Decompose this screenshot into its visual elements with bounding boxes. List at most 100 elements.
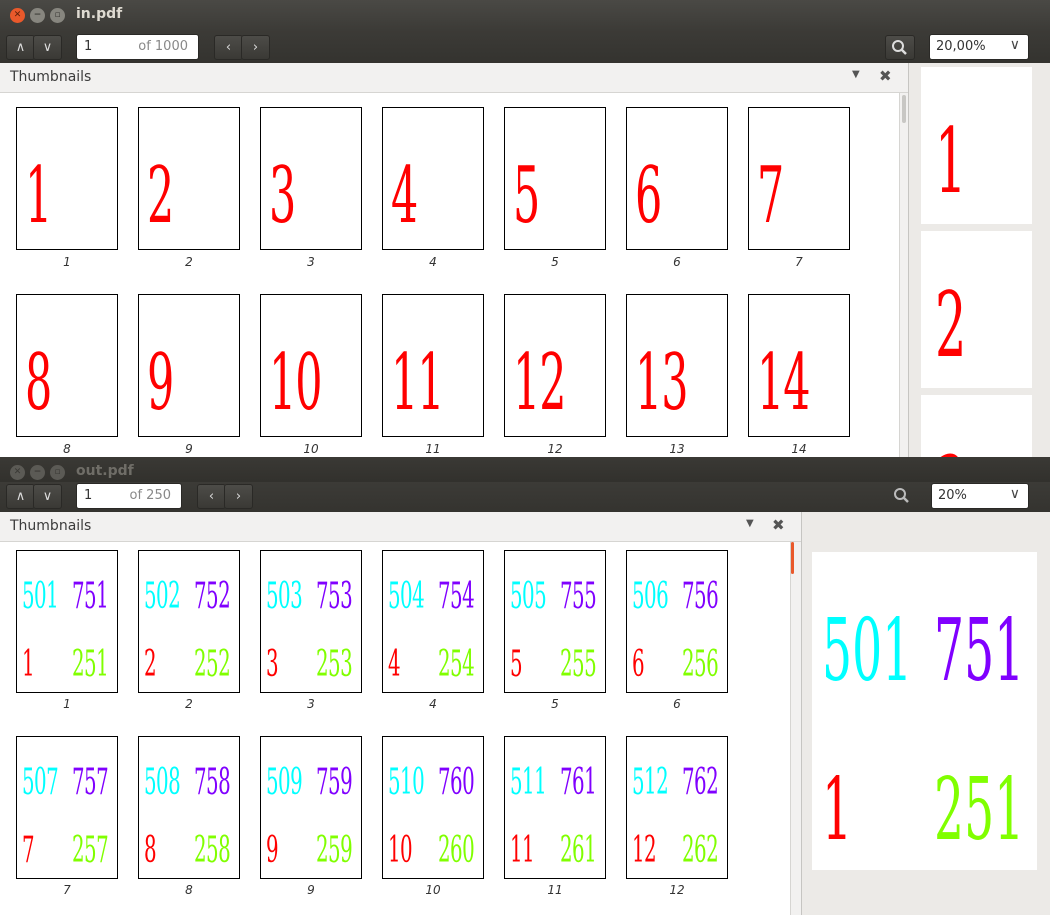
zoom-select[interactable]: 20% ∨ — [931, 483, 1029, 509]
page-thumbnail[interactable]: 5 — [504, 107, 606, 250]
thumbnail-caption: 10 — [303, 442, 319, 456]
thumbnail-caption: 6 — [673, 697, 681, 711]
thumbnail-quadrant-tr: 755 — [560, 576, 597, 617]
page-quadrant-tl: 501 — [822, 601, 913, 701]
page-thumbnail[interactable]: 2 — [138, 107, 240, 250]
thumbnail-quadrant-tl: 510 — [388, 762, 425, 803]
page-thumbnail[interactable]: 9 — [138, 294, 240, 437]
page-thumbnail[interactable]: 8 — [16, 294, 118, 437]
triangle-down-icon[interactable]: ▼ — [746, 518, 754, 529]
page-number-input[interactable]: 1 of 250 — [76, 483, 182, 509]
thumbnail-quadrant-tl: 509 — [266, 762, 303, 803]
thumbnail-caption: 4 — [429, 697, 437, 711]
maximize-icon[interactable]: ▫ — [50, 8, 65, 23]
sidebar-header: Thumbnails ▼ ✖ — [0, 512, 801, 542]
page-thumbnail[interactable]: 510 760 10 260 — [382, 736, 484, 879]
page-thumbnail[interactable]: 508 758 8 258 — [138, 736, 240, 879]
history-back-button[interactable]: ‹ — [197, 484, 226, 509]
page-thumbnail[interactable]: 503 753 3 253 — [260, 550, 362, 693]
toolbar: ∧ ∨ 1 of 250 ‹ › 20% ∨ — [0, 482, 1050, 513]
thumbnail-quadrant-bl: 11 — [510, 830, 535, 871]
search-icon — [894, 488, 909, 503]
thumbnail-quadrant-tr: 760 — [438, 762, 475, 803]
chevron-up-icon: ∧ — [15, 40, 26, 55]
triangle-down-icon[interactable]: ▼ — [852, 69, 860, 80]
previous-page-button[interactable]: ∧ — [6, 35, 35, 60]
close-sidebar-icon[interactable]: ✖ — [879, 67, 892, 85]
history-forward-button[interactable]: › — [224, 484, 253, 509]
thumbnail-quadrant-tr: 758 — [194, 762, 231, 803]
thumbnail-quadrant-br: 257 — [72, 830, 109, 871]
minimize-icon[interactable]: − — [30, 465, 45, 480]
page-thumbnail[interactable]: 509 759 9 259 — [260, 736, 362, 879]
page-thumbnail[interactable]: 11 — [382, 294, 484, 437]
thumbnail-quadrant-bl: 10 — [388, 830, 413, 871]
thumbnail-quadrant-bl: 7 — [22, 830, 35, 871]
next-page-button[interactable]: ∨ — [33, 35, 62, 60]
zoom-value: 20% — [938, 488, 967, 503]
thumbnail-caption: 1 — [63, 255, 71, 269]
scrollbar-thumb[interactable] — [902, 95, 906, 123]
document-page: 3 — [921, 395, 1032, 457]
minimize-icon[interactable]: − — [30, 8, 45, 23]
close-icon[interactable]: ✕ — [10, 465, 25, 480]
page-thumbnail[interactable]: 504 754 4 254 — [382, 550, 484, 693]
thumbnail-caption: 9 — [185, 442, 193, 456]
title-bar[interactable]: ✕ − ▫ in.pdf — [0, 0, 1050, 30]
document-page: 501 751 1 251 — [812, 552, 1037, 870]
close-icon[interactable]: ✕ — [10, 8, 25, 23]
page-thumbnail[interactable]: 3 — [260, 107, 362, 250]
page-thumbnail[interactable]: 14 — [748, 294, 850, 437]
page-thumbnail[interactable]: 6 — [626, 107, 728, 250]
window-title: in.pdf — [76, 6, 123, 22]
thumbnail-page-number: 9 — [147, 338, 174, 428]
page-thumbnail[interactable]: 1 — [16, 107, 118, 250]
thumbnail-quadrant-br: 253 — [316, 644, 353, 685]
thumbnail-page-number: 14 — [757, 338, 810, 428]
thumbnail-quadrant-tr: 761 — [560, 762, 597, 803]
page-thumbnail[interactable]: 4 — [382, 107, 484, 250]
thumbnail-caption: 2 — [185, 255, 193, 269]
page-thumbnail[interactable]: 512 762 12 262 — [626, 736, 728, 879]
thumbnail-quadrant-tr: 759 — [316, 762, 353, 803]
thumbnail-quadrant-bl: 4 — [388, 644, 401, 685]
scrollbar-thumb[interactable] — [791, 542, 794, 574]
thumbnail-grid: 501 751 1 251 1 502 752 2 252 2 503 753 3 253 3 504 754 4… — [0, 542, 790, 915]
page-thumbnail[interactable]: 502 752 2 252 — [138, 550, 240, 693]
chevron-right-icon: › — [252, 40, 259, 55]
thumbnail-quadrant-tl: 505 — [510, 576, 547, 617]
thumbnail-caption: 13 — [669, 442, 685, 456]
page-thumbnail[interactable]: 13 — [626, 294, 728, 437]
thumbnail-page-number: 10 — [269, 338, 322, 428]
page-thumbnail[interactable]: 12 — [504, 294, 606, 437]
next-page-button[interactable]: ∨ — [33, 484, 62, 509]
thumbnail-quadrant-tl: 501 — [22, 576, 59, 617]
page-thumbnail[interactable]: 505 755 5 255 — [504, 550, 606, 693]
page-thumbnail[interactable]: 7 — [748, 107, 850, 250]
history-back-button[interactable]: ‹ — [214, 35, 243, 60]
page-thumbnail[interactable]: 506 756 6 256 — [626, 550, 728, 693]
thumbnail-caption: 9 — [307, 883, 315, 897]
document-view[interactable]: 1 2 3 — [908, 63, 1050, 457]
thumbnail-quadrant-bl: 2 — [144, 644, 157, 685]
page-thumbnail[interactable]: 10 — [260, 294, 362, 437]
zoom-select[interactable]: 20,00% ∨ — [929, 34, 1029, 60]
page-thumbnail[interactable]: 507 757 7 257 — [16, 736, 118, 879]
maximize-icon[interactable]: ▫ — [50, 465, 65, 480]
page-thumbnail[interactable]: 511 761 11 261 — [504, 736, 606, 879]
thumbnail-page-number: 5 — [513, 151, 540, 241]
close-sidebar-icon[interactable]: ✖ — [772, 516, 785, 534]
page-number-input[interactable]: 1 of 1000 — [76, 34, 199, 60]
history-forward-button[interactable]: › — [241, 35, 270, 60]
thumbnail-page-number: 8 — [25, 338, 52, 428]
document-page: 1 — [921, 67, 1032, 224]
thumbnail-quadrant-tl: 502 — [144, 576, 181, 617]
page-total: of 250 — [129, 488, 171, 503]
previous-page-button[interactable]: ∧ — [6, 484, 35, 509]
search-button[interactable] — [885, 35, 915, 60]
document-view[interactable]: 501 751 1 251 — [801, 512, 1050, 915]
window-title: out.pdf — [76, 463, 134, 479]
page-thumbnail[interactable]: 501 751 1 251 — [16, 550, 118, 693]
search-button[interactable] — [888, 484, 916, 507]
thumbnail-quadrant-tl: 511 — [510, 762, 547, 803]
